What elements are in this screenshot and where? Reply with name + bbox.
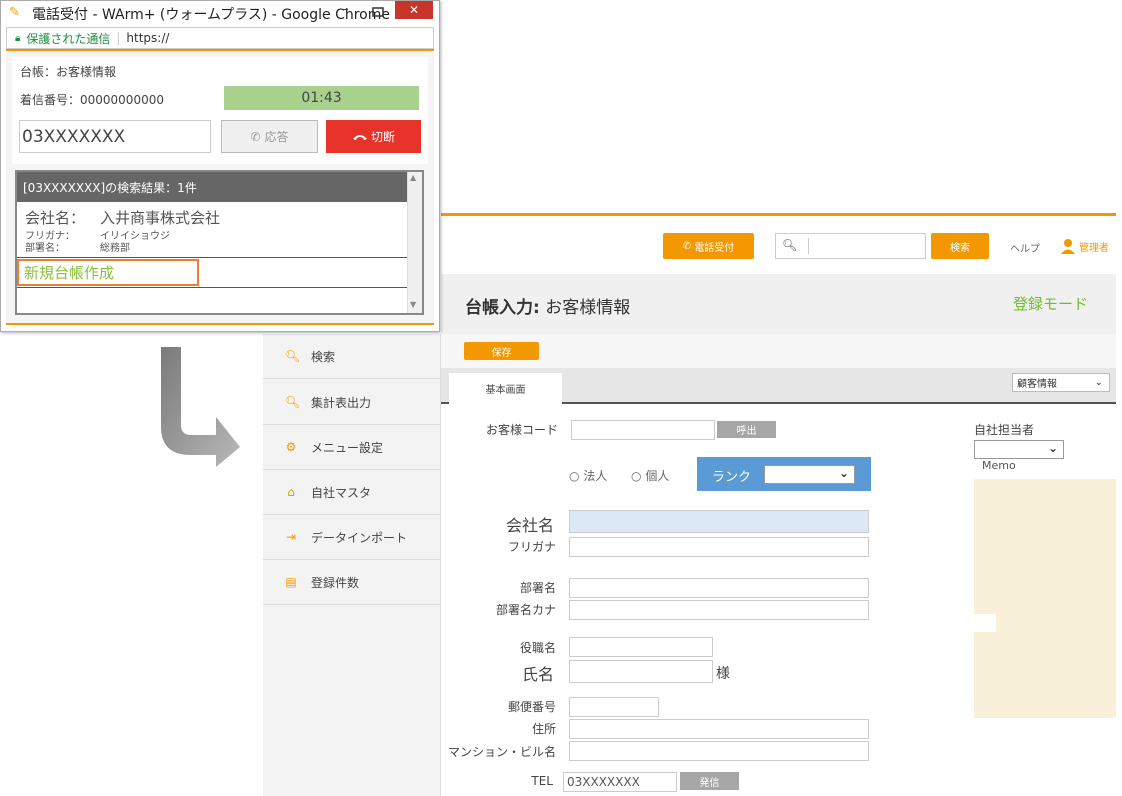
department-label: 部署名 bbox=[519, 581, 556, 595]
customer-code-label: お客様コード bbox=[485, 423, 558, 437]
dial-button[interactable]: 発信 bbox=[680, 772, 739, 790]
tel-input[interactable]: 03XXXXXXX bbox=[563, 772, 677, 792]
chevron-down-icon: ⌄ bbox=[1094, 377, 1103, 388]
address-bar[interactable]: 🔒︎ 保護された通信 | https:// bbox=[6, 27, 434, 49]
new-book-link[interactable]: 新規台帳作成 bbox=[17, 259, 199, 286]
person-name-input[interactable] bbox=[569, 660, 713, 683]
result-dept-value: 総務部 bbox=[100, 243, 130, 254]
furigana-input[interactable] bbox=[569, 537, 869, 557]
sidebar-item-record-count[interactable]: ▤ 登録件数 bbox=[263, 560, 441, 605]
search-button[interactable]: 検索 bbox=[931, 233, 989, 259]
customer-code-input[interactable] bbox=[571, 420, 715, 440]
minimize-icon[interactable]: – bbox=[342, 2, 349, 17]
department-kana-label: 部署名カナ bbox=[495, 603, 556, 617]
user-menu[interactable]: 管理者 bbox=[1060, 238, 1109, 254]
search-input[interactable] bbox=[775, 233, 926, 259]
furigana-label: フリガナ bbox=[507, 540, 556, 554]
scroll-up-icon[interactable]: ▲ bbox=[410, 173, 416, 182]
page-title: 台帳入力: お客様情報 bbox=[465, 298, 631, 318]
search-icon: 🔍︎ bbox=[285, 349, 301, 363]
postal-code-label: 郵便番号 bbox=[507, 700, 556, 714]
call-timer: 01:43 bbox=[224, 86, 419, 110]
sidebar-item-data-import[interactable]: ⇥ データインポート bbox=[263, 515, 441, 560]
position-input[interactable] bbox=[569, 637, 713, 657]
secure-label: 保護された通信 bbox=[26, 31, 111, 46]
radio-circle-icon: ○ bbox=[569, 469, 580, 483]
sidebar: 🔍︎ 検索 🔍︎ 集計表出力 ⚙ メニュー設定 ⌂ 自社マスタ ⇥ データインポート ▤ 登… bbox=[263, 334, 441, 796]
sidebar-item-search[interactable]: 🔍︎ 検索 bbox=[263, 334, 441, 379]
import-icon: ⇥ bbox=[285, 530, 297, 544]
help-link[interactable]: ヘルプ bbox=[1010, 240, 1040, 255]
memo-textarea[interactable] bbox=[974, 479, 1116, 718]
url-separator: | bbox=[116, 31, 121, 45]
building-input[interactable] bbox=[569, 741, 869, 761]
honorific-label: 様 bbox=[716, 666, 730, 682]
staff-select[interactable]: ⌄ bbox=[974, 440, 1064, 459]
memo-notch bbox=[974, 614, 996, 632]
url-text: https:// bbox=[126, 31, 170, 45]
staff-label: 自社担当者 bbox=[974, 423, 1035, 437]
maximize-icon[interactable] bbox=[372, 2, 386, 17]
phone-icon: ✆ bbox=[250, 129, 261, 144]
results-scrollbar[interactable] bbox=[407, 172, 422, 313]
save-button[interactable]: 保存 bbox=[464, 342, 539, 360]
app-favicon-icon: ✎ bbox=[9, 5, 20, 20]
memo-label: Memo bbox=[982, 459, 1016, 472]
gear-icon: ⚙ bbox=[285, 440, 297, 454]
answer-button[interactable]: ✆ 応答 bbox=[221, 120, 318, 153]
window-title: 電話受付 - WArm+ (ウォームプラス) - Google Chrome bbox=[32, 7, 391, 23]
result-company-label: 会社名： bbox=[25, 209, 86, 227]
phone-icon: ✆ bbox=[682, 240, 695, 252]
popup-bottom-line bbox=[6, 323, 434, 325]
result-dept-label: 部署名： bbox=[25, 243, 65, 254]
address-label: 住所 bbox=[531, 722, 556, 736]
search-icon: 🔍︎ bbox=[285, 395, 301, 409]
result-divider bbox=[17, 257, 407, 258]
radio-circle-icon: ○ bbox=[631, 469, 642, 483]
radio-individual[interactable]: ○ 個人 bbox=[631, 467, 669, 484]
lock-icon: 🔒︎ bbox=[15, 32, 21, 44]
company-name-input[interactable] bbox=[569, 510, 869, 533]
document-icon: ▤ bbox=[285, 575, 297, 589]
close-button[interactable]: ✕ bbox=[395, 1, 433, 19]
sidebar-item-report[interactable]: 🔍︎ 集計表出力 bbox=[263, 380, 441, 425]
hangup-icon bbox=[352, 134, 367, 140]
building-label: マンション・ビル名 bbox=[447, 745, 556, 759]
postal-code-input[interactable] bbox=[569, 697, 659, 717]
rank-select[interactable]: ⌄ bbox=[764, 465, 855, 484]
phone-reception-button[interactable]: ✆ 電話受付 bbox=[663, 233, 754, 259]
tel-label: TEL bbox=[531, 774, 553, 788]
customer-info-select[interactable]: 顧客情報 ⌄ bbox=[1012, 373, 1110, 392]
result-company-value[interactable]: 入井商事株式会社 bbox=[100, 207, 220, 228]
sidebar-item-menu-settings[interactable]: ⚙ メニュー設定 bbox=[263, 425, 441, 470]
radio-corporate[interactable]: ○ 法人 bbox=[569, 467, 607, 484]
tab-basic-screen[interactable]: 基本画面 bbox=[449, 373, 562, 404]
user-icon bbox=[1061, 239, 1075, 254]
person-name-label: 氏名 bbox=[521, 665, 554, 684]
close-icon: ✕ bbox=[408, 3, 420, 17]
book-label: 台帳：お客様情報 bbox=[20, 65, 117, 79]
hangup-button[interactable]: 切断 bbox=[326, 120, 421, 153]
sidebar-item-company-master[interactable]: ⌂ 自社マスタ bbox=[263, 470, 441, 515]
chevron-down-icon: ⌄ bbox=[838, 466, 849, 480]
search-results-header: [03XXXXXXX]の検索結果：1件 bbox=[17, 172, 407, 202]
scroll-down-icon[interactable]: ▼ bbox=[410, 300, 416, 309]
home-icon: ⌂ bbox=[287, 485, 295, 499]
search-divider bbox=[808, 238, 809, 254]
rank-label: ランク bbox=[712, 470, 752, 485]
address-input[interactable] bbox=[569, 719, 869, 739]
position-label: 役職名 bbox=[519, 641, 556, 655]
result-divider bbox=[17, 287, 407, 288]
caller-number-field[interactable]: 03XXXXXXX bbox=[19, 120, 211, 153]
toolbar bbox=[441, 334, 1116, 368]
flow-arrow-icon bbox=[161, 347, 240, 467]
search-icon: 🔍︎ bbox=[782, 238, 798, 252]
department-kana-input[interactable] bbox=[569, 600, 869, 620]
department-input[interactable] bbox=[569, 578, 869, 598]
company-name-label: 会社名 bbox=[505, 516, 554, 535]
call-button[interactable]: 呼出 bbox=[717, 421, 776, 438]
chevron-down-icon: ⌄ bbox=[1047, 441, 1058, 455]
mode-label: 登録モード bbox=[1013, 295, 1089, 313]
incoming-number-label: 着信番号：00000000000 bbox=[20, 93, 164, 107]
